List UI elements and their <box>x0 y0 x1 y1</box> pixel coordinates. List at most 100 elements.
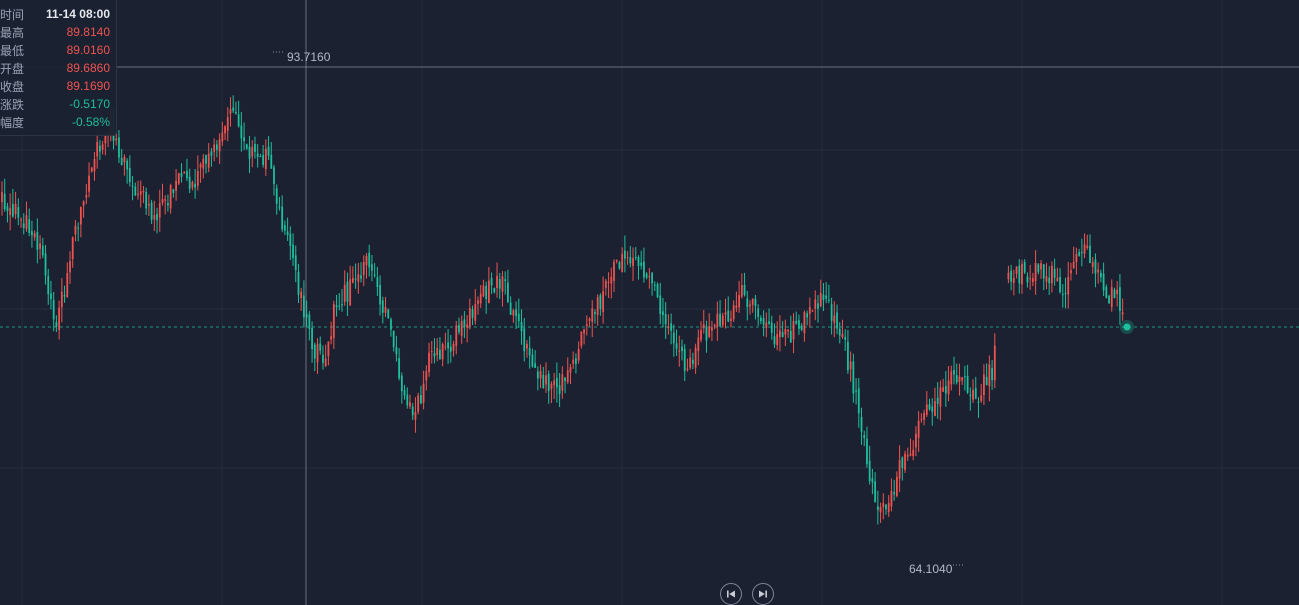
candle-body <box>172 189 175 194</box>
candle-body <box>186 171 188 179</box>
tooltip-row-high: 最高 89.8140 <box>0 23 110 41</box>
candle-body <box>63 294 66 297</box>
candle <box>1075 247 1078 275</box>
candle <box>191 180 194 191</box>
candle-body <box>406 394 409 406</box>
candle-body <box>243 137 245 142</box>
candle-body <box>224 126 226 134</box>
candle <box>618 260 621 270</box>
candle-body <box>343 284 346 302</box>
candle-body <box>553 380 556 386</box>
candle <box>689 348 692 370</box>
candle <box>757 304 760 326</box>
candle-body <box>316 343 319 363</box>
candle <box>792 313 795 354</box>
candle-body <box>819 293 822 307</box>
candle <box>501 271 504 307</box>
candle <box>724 298 727 329</box>
candle-body <box>773 336 776 345</box>
candle-body <box>1105 286 1108 298</box>
candle-body <box>1015 266 1018 274</box>
candle-body <box>71 237 74 260</box>
candle <box>895 471 898 498</box>
candle-body <box>311 328 313 349</box>
candle <box>278 196 281 211</box>
candle <box>188 168 191 194</box>
candle-body <box>1086 245 1089 248</box>
candle <box>811 309 814 312</box>
candle-body <box>292 244 294 258</box>
candle-body <box>577 349 580 361</box>
candle-body <box>1110 287 1113 308</box>
candle-body <box>237 114 240 127</box>
candle-body <box>528 347 531 356</box>
candle <box>547 370 550 404</box>
candle <box>738 280 741 313</box>
candle <box>425 365 428 391</box>
candle-body <box>759 317 762 322</box>
candle <box>14 191 17 220</box>
candle-body <box>757 308 760 317</box>
candle-body <box>645 273 648 278</box>
tooltip-label-time: 时间 <box>0 7 25 22</box>
candle-body <box>944 386 947 394</box>
candle-body <box>833 315 836 323</box>
candle-body <box>847 341 849 371</box>
candle <box>1056 267 1059 282</box>
skip-forward-button[interactable] <box>752 583 774 605</box>
candle-body <box>373 274 376 276</box>
candle <box>147 194 150 216</box>
candle <box>297 263 300 303</box>
candle <box>180 163 183 183</box>
candle <box>205 154 207 174</box>
candle <box>879 502 882 523</box>
tooltip-row-open: 开盘 89.6860 <box>0 59 110 77</box>
candle <box>866 426 868 468</box>
candle <box>770 315 773 340</box>
candle-body <box>779 330 781 338</box>
candle-body <box>264 148 267 170</box>
candle <box>379 275 381 316</box>
candlestick-chart[interactable]: 93.7160 64.1040 <box>0 0 1299 605</box>
candle <box>648 268 651 289</box>
candle-body <box>207 153 210 168</box>
candle-body <box>855 390 857 392</box>
tooltip-label-high: 最高 <box>0 25 25 40</box>
candle <box>1067 261 1070 309</box>
skip-back-button[interactable] <box>720 583 742 605</box>
candle-body <box>267 146 270 156</box>
candle <box>251 140 254 168</box>
candle-body <box>1061 294 1064 296</box>
candle-body <box>536 371 539 379</box>
tooltip-row-change: 涨跌 -0.5170 <box>0 95 110 113</box>
candle-body <box>202 158 205 169</box>
last-price-dot <box>1123 323 1131 331</box>
candle <box>596 294 599 326</box>
candle <box>101 140 104 155</box>
candle <box>207 143 210 173</box>
candle <box>1021 259 1023 294</box>
candle <box>468 298 471 330</box>
candle <box>988 355 991 402</box>
candle <box>634 247 637 261</box>
candle-body <box>640 262 643 266</box>
candle-body <box>90 167 93 172</box>
candle <box>520 309 523 345</box>
candle <box>691 352 694 370</box>
candle-body <box>11 204 14 217</box>
candle-body <box>700 330 702 340</box>
candle-body <box>139 191 142 195</box>
candle-body <box>901 457 904 468</box>
candle-body <box>713 325 716 327</box>
candle <box>765 312 768 338</box>
candle-body <box>716 313 719 328</box>
candle-body <box>659 295 662 314</box>
candle <box>830 297 833 335</box>
tooltip-label-change-pct: 幅度 <box>0 115 25 130</box>
tooltip-value-open: 89.6860 <box>66 61 110 75</box>
candle <box>857 378 860 428</box>
candle-body <box>1037 264 1040 273</box>
candle <box>847 329 849 375</box>
candle <box>270 142 273 169</box>
candle-body <box>384 307 387 313</box>
